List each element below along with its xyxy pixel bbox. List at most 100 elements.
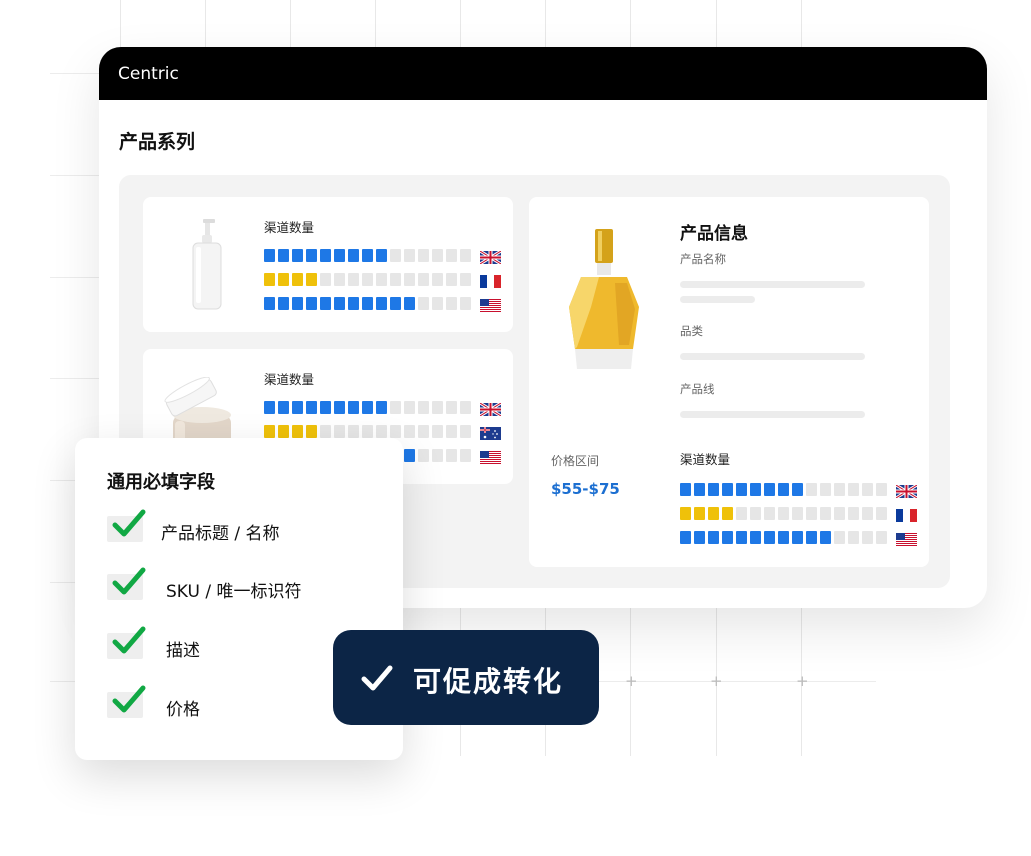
- filled-segment: [292, 425, 303, 438]
- empty-segment: [446, 273, 457, 286]
- empty-segment: [432, 401, 443, 414]
- empty-segment: [446, 249, 457, 262]
- required-fields-title: 通用必填字段: [107, 472, 215, 493]
- product-info-card[interactable]: 产品信息 产品名称 品类 产品线 价格区间 $55-$75 渠道数量: [529, 197, 929, 567]
- empty-segment: [876, 531, 887, 544]
- filled-segment: [264, 273, 275, 286]
- filled-segment: [376, 297, 387, 310]
- checkbox-checked-icon[interactable]: [107, 567, 146, 600]
- page-title: 产品系列: [119, 131, 196, 153]
- uk-flag-icon: [479, 249, 502, 266]
- channel-bars: [680, 483, 918, 553]
- empty-segment: [862, 507, 873, 520]
- empty-segment: [806, 507, 817, 520]
- required-field-label: 价格: [166, 700, 200, 720]
- france-flag-icon: [896, 507, 917, 522]
- empty-segment: [834, 507, 845, 520]
- product-info-title: 产品信息: [680, 224, 748, 244]
- checkbox-checked-icon[interactable]: [107, 626, 146, 659]
- empty-segment: [862, 531, 873, 544]
- filled-segment: [264, 297, 275, 310]
- empty-segment: [820, 483, 831, 496]
- filled-segment: [334, 297, 345, 310]
- filled-segment: [306, 297, 317, 310]
- checkbox-checked-icon[interactable]: [107, 509, 146, 542]
- filled-segment: [708, 507, 719, 520]
- filled-segment: [334, 401, 345, 414]
- empty-segment: [320, 425, 331, 438]
- title-bar: Centric: [99, 47, 987, 100]
- filled-segment: [708, 483, 719, 496]
- filled-segment: [376, 249, 387, 262]
- filled-segment: [722, 483, 733, 496]
- channel-count-label: 渠道数量: [264, 372, 315, 387]
- filled-segment: [792, 531, 803, 544]
- filled-segment: [320, 297, 331, 310]
- filled-segment: [348, 297, 359, 310]
- empty-segment: [460, 425, 471, 438]
- filled-segment: [278, 249, 289, 262]
- empty-segment: [404, 425, 415, 438]
- filled-segment: [362, 401, 373, 414]
- filled-segment: [778, 531, 789, 544]
- required-field-label: 描述: [166, 641, 200, 661]
- filled-segment: [750, 531, 761, 544]
- grid-plus-marker: +: [625, 672, 638, 690]
- conversion-badge[interactable]: 可促成转化: [333, 630, 599, 725]
- product-card[interactable]: 渠道数量: [143, 197, 513, 332]
- empty-segment: [348, 273, 359, 286]
- filled-segment: [736, 483, 747, 496]
- australia-flag-icon: [480, 425, 501, 440]
- empty-segment: [418, 449, 429, 462]
- filled-segment: [320, 249, 331, 262]
- empty-segment: [460, 401, 471, 414]
- empty-segment: [876, 483, 887, 496]
- filled-segment: [334, 249, 345, 262]
- required-field-item: SKU / 唯一标识符: [107, 567, 387, 608]
- empty-segment: [446, 297, 457, 310]
- empty-segment: [432, 273, 443, 286]
- empty-segment: [848, 483, 859, 496]
- empty-segment: [432, 425, 443, 438]
- empty-segment: [446, 449, 457, 462]
- filled-segment: [722, 531, 733, 544]
- uk-flag-icon: [895, 483, 918, 500]
- filled-segment: [278, 273, 289, 286]
- filled-segment: [264, 425, 275, 438]
- filled-segment: [694, 507, 705, 520]
- filled-segment: [292, 297, 303, 310]
- filled-segment: [278, 425, 289, 438]
- empty-segment: [834, 531, 845, 544]
- empty-segment: [764, 507, 775, 520]
- filled-segment: [264, 401, 275, 414]
- empty-segment: [418, 297, 429, 310]
- filled-segment: [708, 531, 719, 544]
- filled-segment: [306, 425, 317, 438]
- empty-segment: [362, 273, 373, 286]
- empty-segment: [862, 483, 873, 496]
- filled-segment: [306, 249, 317, 262]
- empty-segment: [362, 425, 373, 438]
- filled-segment: [764, 483, 775, 496]
- empty-segment: [820, 507, 831, 520]
- empty-segment: [390, 401, 401, 414]
- empty-segment: [432, 297, 443, 310]
- field-placeholder: [680, 296, 755, 303]
- filled-segment: [376, 401, 387, 414]
- filled-segment: [722, 507, 733, 520]
- grid-plus-marker: +: [710, 672, 723, 690]
- channel-count-label: 渠道数量: [680, 452, 731, 467]
- filled-segment: [306, 401, 317, 414]
- empty-segment: [806, 483, 817, 496]
- filled-segment: [736, 531, 747, 544]
- empty-segment: [460, 249, 471, 262]
- checkbox-checked-icon[interactable]: [107, 685, 146, 718]
- empty-segment: [376, 273, 387, 286]
- empty-segment: [432, 249, 443, 262]
- filled-segment: [750, 483, 761, 496]
- field-label-name: 产品名称: [680, 252, 726, 266]
- empty-segment: [792, 507, 803, 520]
- required-field-label: 产品标题 / 名称: [161, 524, 280, 544]
- filled-segment: [694, 483, 705, 496]
- usa-flag-icon: [480, 297, 501, 312]
